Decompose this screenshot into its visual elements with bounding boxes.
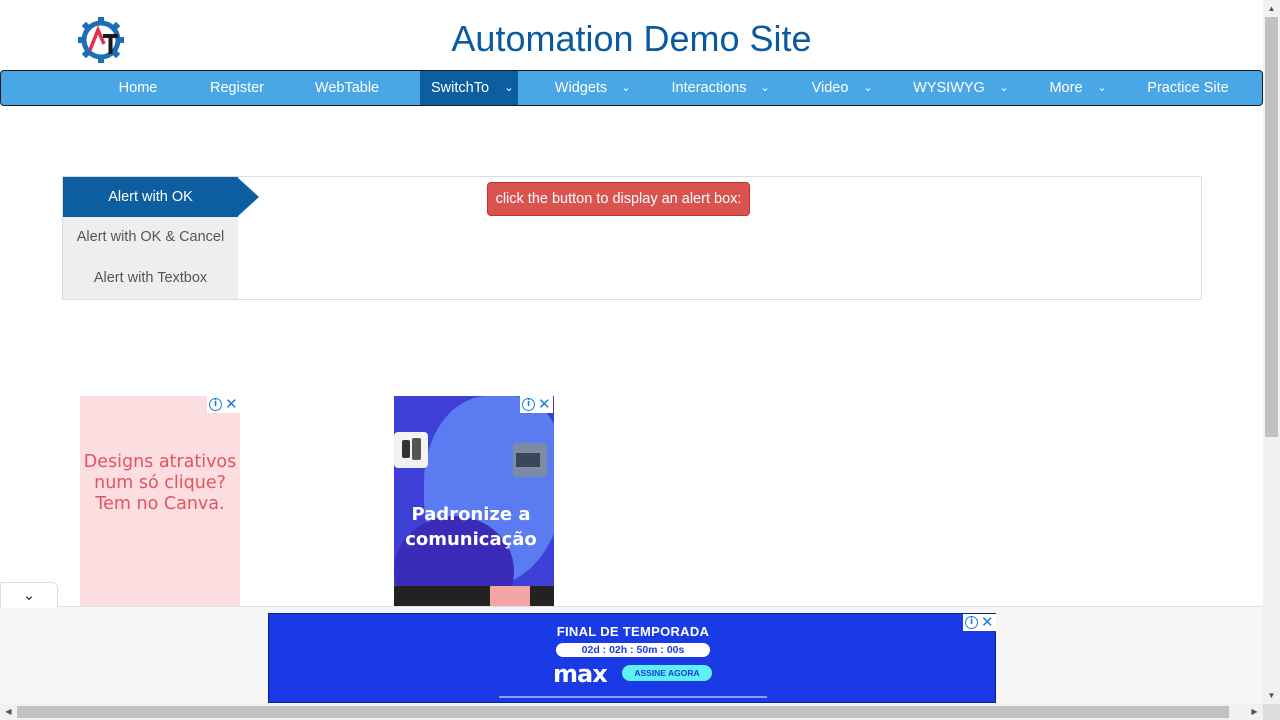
ad-blue[interactable]: Padronize a comunicação i ✕ <box>394 396 554 608</box>
ad-close-icon[interactable]: ✕ <box>538 397 551 412</box>
nav-practice-site[interactable]: Practice Site <box>1135 71 1241 105</box>
tab-alert-with-ok[interactable]: Alert with OK <box>63 177 238 217</box>
nav-more-chevron-down-icon[interactable]: ⌄ <box>1094 71 1110 105</box>
active-tab-arrow <box>237 177 259 217</box>
tab-alert-with-ok-cancel[interactable]: Alert with OK & Cancel <box>63 217 238 257</box>
nav-widgets[interactable]: Widgets <box>543 71 619 105</box>
collapse-ad-button[interactable]: ⌄ <box>0 582 58 608</box>
tab-alert-with-textbox[interactable]: Alert with Textbox <box>63 258 238 298</box>
alert-tabs: Alert with OK Alert with OK & Cancel Ale… <box>63 177 238 299</box>
horizontal-scrollbar[interactable]: ◀ ▶ <box>0 704 1263 720</box>
nav-video[interactable]: Video <box>801 71 859 105</box>
ad-max-countdown: 02d : 02h : 50m : 00s <box>556 643 710 657</box>
ad-max-banner[interactable]: FINAL DE TEMPORADA 02d : 02h : 50m : 00s… <box>268 613 996 703</box>
ad-info-icon[interactable]: i <box>965 616 978 629</box>
nav-more[interactable]: More <box>1037 71 1095 105</box>
ad-close-icon[interactable]: ✕ <box>981 615 994 630</box>
ad-badge: i ✕ <box>520 396 553 413</box>
ad-canva-text: Designs atrativos num só clique? Tem no … <box>83 452 237 514</box>
ad-info-icon[interactable]: i <box>522 398 535 411</box>
ad-image-thumbnail <box>394 432 428 468</box>
display-alert-button[interactable]: click the button to display an alert box… <box>487 182 750 216</box>
scroll-left-icon[interactable]: ◀ <box>0 704 17 720</box>
nav-switchto[interactable]: SwitchTo <box>420 71 500 105</box>
ad-blue-text: Padronize a comunicação <box>405 504 537 550</box>
ad-badge: i ✕ <box>207 396 240 413</box>
alert-panel: Alert with OK Alert with OK & Cancel Ale… <box>62 176 1202 300</box>
main-navbar: Home Register WebTable SwitchTo ⌄ Widget… <box>0 70 1263 106</box>
nav-wysiwyg[interactable]: WYSIWYG <box>903 71 995 105</box>
nav-webtable[interactable]: WebTable <box>301 71 393 105</box>
ad-close-icon[interactable]: ✕ <box>225 397 238 412</box>
ad-info-icon[interactable]: i <box>209 398 222 411</box>
nav-register[interactable]: Register <box>199 71 275 105</box>
scroll-down-icon[interactable]: ▼ <box>1263 687 1280 704</box>
page: Automation Demo Site Home Register WebTa… <box>0 0 1280 720</box>
ad-image-thumbnail <box>513 443 547 477</box>
scrollbar-corner <box>1263 704 1280 720</box>
nav-video-chevron-down-icon[interactable]: ⌄ <box>860 71 876 105</box>
vertical-scroll-thumb[interactable] <box>1265 17 1278 437</box>
ad-fine-print <box>499 696 767 698</box>
ad-image-strip <box>394 586 554 608</box>
horizontal-scroll-thumb[interactable] <box>17 706 1229 718</box>
nav-wysiwyg-chevron-down-icon[interactable]: ⌄ <box>996 71 1012 105</box>
chevron-down-icon: ⌄ <box>22 586 36 604</box>
ad-max-cta-button[interactable]: ASSINE AGORA <box>622 665 712 681</box>
nav-interactions-chevron-down-icon[interactable]: ⌄ <box>757 71 773 105</box>
max-logo-icon: max <box>553 660 608 688</box>
vertical-scrollbar[interactable]: ▲ ▼ <box>1263 0 1280 704</box>
nav-switchto-chevron-down-icon[interactable]: ⌄ <box>500 71 518 105</box>
ad-canva[interactable]: Designs atrativos num só clique? Tem no … <box>80 396 240 608</box>
nav-home[interactable]: Home <box>101 71 175 105</box>
scroll-up-icon[interactable]: ▲ <box>1263 0 1280 17</box>
scroll-right-icon[interactable]: ▶ <box>1246 704 1263 720</box>
nav-interactions[interactable]: Interactions <box>661 71 757 105</box>
ad-badge: i ✕ <box>963 614 996 631</box>
ad-max-title: FINAL DE TEMPORADA <box>556 624 710 639</box>
nav-widgets-chevron-down-icon[interactable]: ⌄ <box>618 71 634 105</box>
site-title: Automation Demo Site <box>451 18 812 59</box>
